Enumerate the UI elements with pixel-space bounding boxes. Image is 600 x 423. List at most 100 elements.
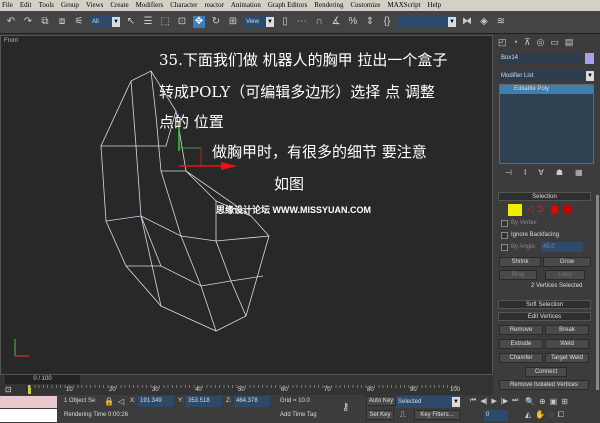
mini-curve-editor-icon[interactable]: ⊡ — [5, 385, 12, 394]
display-tab-icon[interactable]: ▭ — [550, 37, 559, 48]
edge-mode-icon[interactable]: ◁ — [527, 204, 534, 215]
menu-group[interactable]: Group — [61, 0, 79, 11]
menu-file[interactable]: File — [2, 0, 13, 11]
menu-modifiers[interactable]: Modifiers — [136, 0, 164, 11]
utilities-tab-icon[interactable]: ▤ — [565, 37, 574, 48]
stack-item-editable-poly[interactable]: Editable Poly — [500, 85, 593, 94]
chamfer-button[interactable]: Chamfer — [499, 353, 543, 363]
modifier-list-dropdown[interactable]: Modifier List — [499, 70, 594, 81]
go-to-start-icon[interactable]: ⏮ — [470, 397, 476, 405]
current-frame-field[interactable]: 0 — [484, 410, 508, 421]
hierarchy-tab-icon[interactable]: ⊼ — [524, 37, 531, 48]
menu-reactor[interactable]: reactor — [204, 0, 223, 11]
ref-coord-dropdown[interactable]: View — [244, 16, 274, 28]
menu-help[interactable]: Help — [428, 0, 442, 11]
edit-vertices-rollout-header[interactable]: Edit Vertices — [498, 312, 591, 321]
element-mode-icon[interactable] — [563, 206, 571, 213]
window-crossing-icon[interactable]: ⊡ — [176, 16, 188, 28]
weld-button[interactable]: Weld — [545, 339, 589, 349]
next-frame-icon[interactable]: |▶ — [501, 397, 508, 405]
y-coordinate-field[interactable]: 353.518 — [186, 396, 221, 407]
absolute-mode-icon[interactable]: ◁ — [118, 397, 124, 406]
lock-icon[interactable]: 🔒 — [104, 397, 114, 406]
front-viewport[interactable]: Front y 35.下面我们做 机器人的胸甲 拉出一个盒子 转成POLY（可编… — [0, 35, 493, 375]
make-unique-icon[interactable]: ∀ — [538, 168, 543, 177]
pan-icon[interactable]: ✋ — [535, 410, 545, 420]
object-name-field[interactable]: Box14 — [499, 53, 582, 64]
create-tab-icon[interactable]: ◰ — [498, 37, 507, 48]
menu-tools[interactable]: Tools — [39, 0, 54, 11]
key-filters-button[interactable]: Key Filters... — [414, 410, 460, 420]
go-to-end-icon[interactable]: ⏭ — [512, 397, 518, 405]
border-mode-icon[interactable]: Ↄ — [537, 204, 543, 215]
undo-icon[interactable]: ↶ — [5, 16, 17, 28]
menu-edit[interactable]: Edit — [20, 0, 32, 11]
by-angle-checkbox[interactable] — [501, 244, 508, 251]
rect-selection-icon[interactable]: ⬚ — [159, 16, 171, 28]
named-selection-dropdown[interactable] — [398, 16, 456, 28]
previous-frame-icon[interactable]: ◀| — [480, 397, 487, 405]
remove-isolated-vertices-button[interactable]: Remove Isolated Vertices — [499, 380, 589, 390]
layers-icon[interactable]: ≋ — [495, 16, 507, 28]
named-selection-icon[interactable]: {} — [381, 16, 393, 28]
selection-rollout-header[interactable]: Selection — [498, 192, 591, 201]
snap-icon[interactable]: ∩ — [313, 16, 325, 28]
menu-create[interactable]: Create — [110, 0, 128, 11]
menu-graph-editors[interactable]: Graph Editors — [268, 0, 307, 11]
select-by-name-icon[interactable]: ☰ — [142, 16, 154, 28]
spinner-snap-icon[interactable]: ⇕ — [364, 16, 376, 28]
extrude-button[interactable]: Extrude — [499, 339, 543, 349]
remove-button[interactable]: Remove — [499, 325, 543, 335]
unlink-icon[interactable]: ⧈ — [56, 16, 68, 28]
x-coordinate-field[interactable]: 191.349 — [138, 396, 173, 407]
object-color-swatch[interactable] — [585, 53, 594, 64]
move-icon[interactable]: ✥ — [193, 16, 205, 28]
mirror-icon[interactable]: ⧓ — [461, 16, 473, 28]
key-mode-dropdown[interactable]: Selected — [396, 396, 460, 408]
target-weld-button[interactable]: Target Weld — [545, 353, 589, 363]
menu-customize[interactable]: Customize — [351, 0, 381, 11]
grow-button[interactable]: Grow — [543, 257, 591, 267]
vertex-mode-icon[interactable] — [508, 204, 522, 216]
zoom-all-icon[interactable]: ⊕ — [539, 397, 546, 406]
bind-space-warp-icon[interactable]: ⚟ — [73, 16, 85, 28]
maxscript-listener-pink[interactable] — [0, 396, 57, 408]
remove-modifier-icon[interactable]: ☗ — [556, 168, 563, 177]
timeline-ruler[interactable]: 10 20 30 40 50 60 70 80 90 100 — [30, 385, 460, 395]
soft-selection-rollout-header[interactable]: Soft Selection — [498, 300, 591, 309]
time-slider[interactable]: 0 / 100 — [5, 375, 80, 384]
shrink-button[interactable]: Shrink — [499, 257, 541, 267]
angle-snap-icon[interactable]: ∡ — [330, 16, 342, 28]
zoom-extents-all-icon[interactable]: ⊞ — [561, 397, 568, 406]
maxscript-listener-white[interactable] — [0, 409, 57, 422]
add-time-tag[interactable]: Add Time Tag — [280, 412, 317, 418]
menu-character[interactable]: Character — [170, 0, 197, 11]
redo-icon[interactable]: ↷ — [22, 16, 34, 28]
connect-button[interactable]: Connect — [525, 367, 567, 377]
zoom-icon[interactable]: 🔍 — [525, 397, 535, 406]
menu-rendering[interactable]: Rendering — [314, 0, 343, 11]
modify-tab-icon[interactable]: ◔ — [513, 37, 518, 48]
command-panel-scrollbar[interactable] — [596, 195, 599, 390]
select-icon[interactable]: ↖ — [125, 16, 137, 28]
link-icon[interactable]: ⧉ — [39, 16, 51, 28]
selection-filter-dropdown[interactable]: All — [90, 16, 120, 28]
manipulate-icon[interactable]: ⋯ — [296, 16, 308, 28]
set-key-icon[interactable]: ⚷ — [342, 402, 349, 413]
percent-snap-icon[interactable]: % — [347, 16, 359, 28]
scale-icon[interactable]: ⊞ — [227, 16, 239, 28]
set-key-button[interactable]: Set Key — [366, 410, 394, 420]
loop-button[interactable]: Loop — [545, 270, 585, 280]
orbit-icon[interactable]: ◌ — [549, 410, 554, 420]
align-icon[interactable]: ◈ — [478, 16, 490, 28]
pin-stack-icon[interactable]: ⊣ — [505, 168, 512, 177]
maximize-viewport-icon[interactable]: ⧠ — [558, 410, 564, 420]
menu-views[interactable]: Views — [86, 0, 103, 11]
menu-maxscript[interactable]: MAXScript — [387, 0, 420, 11]
motion-tab-icon[interactable]: ◎ — [537, 37, 545, 48]
z-coordinate-field[interactable]: 464.378 — [234, 396, 269, 407]
default-in-out-tangent-icon[interactable]: ⎍ — [400, 410, 406, 420]
pivot-icon[interactable]: ▯ — [279, 16, 291, 28]
menu-animation[interactable]: Animation — [231, 0, 261, 11]
play-icon[interactable]: ▶ — [492, 397, 497, 405]
